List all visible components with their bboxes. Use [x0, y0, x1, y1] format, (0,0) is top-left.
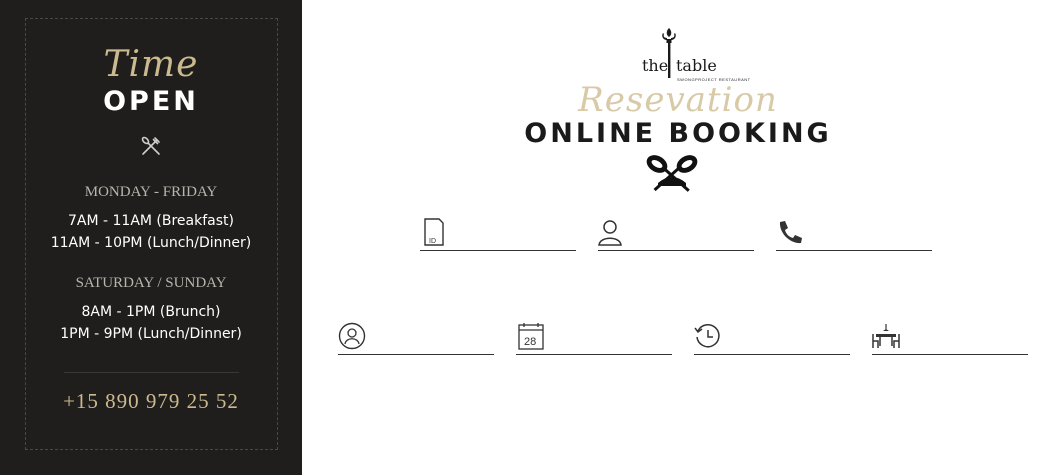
- date-input[interactable]: [552, 325, 672, 351]
- date-field[interactable]: 28: [516, 319, 672, 355]
- guests-field[interactable]: [338, 319, 494, 355]
- name-input[interactable]: [634, 221, 754, 247]
- id-input[interactable]: [456, 221, 576, 247]
- calendar-day: 28: [524, 336, 536, 348]
- reservation-script-heading: Resevation: [578, 80, 778, 120]
- weekend-hours-2: 1PM - 9PM (Lunch/Dinner): [60, 326, 242, 342]
- guests-icon: [338, 322, 366, 350]
- time-script-heading: Time: [103, 44, 199, 85]
- table-field[interactable]: [872, 319, 1028, 355]
- weekday-heading: MONDAY - FRIDAY: [84, 184, 218, 200]
- time-field[interactable]: [694, 319, 850, 355]
- opening-hours-panel: Time OPEN MONDAY - FRIDAY 7AM - 11AM (Br…: [0, 0, 302, 475]
- logo-word-the: the: [642, 56, 669, 75]
- phone-field[interactable]: [776, 215, 932, 251]
- logo-word-table: table: [676, 56, 717, 75]
- weekday-hours-2: 11AM - 10PM (Lunch/Dinner): [50, 235, 252, 251]
- phone-icon: [779, 221, 802, 244]
- svg-text:ID: ID: [429, 238, 436, 245]
- crossed-spoons-icon: [646, 155, 698, 192]
- id-card-icon: ID: [424, 218, 444, 246]
- table-input[interactable]: [908, 325, 1028, 351]
- phone-number[interactable]: +15 890 979 25 52: [0, 389, 302, 414]
- calendar-icon: 28: [518, 323, 544, 350]
- clock-icon: [694, 324, 720, 348]
- id-field[interactable]: ID: [420, 215, 576, 251]
- divider: [64, 372, 239, 373]
- name-field[interactable]: [598, 215, 754, 251]
- weekday-hours-1: 7AM - 11AM (Breakfast): [67, 213, 234, 229]
- weekend-heading: SATURDAY / SUNDAY: [75, 275, 227, 291]
- table-icon: [872, 324, 900, 348]
- restaurant-logo[interactable]: the table SWONGPROJECT RESTAURANT: [640, 28, 750, 86]
- person-icon: [598, 220, 622, 246]
- time-input[interactable]: [730, 325, 850, 351]
- phone-input[interactable]: [812, 221, 932, 247]
- online-booking-heading: ONLINE BOOKING: [524, 118, 832, 149]
- weekend-hours-1: 8AM - 1PM (Brunch): [81, 304, 221, 320]
- guests-input[interactable]: [374, 325, 494, 351]
